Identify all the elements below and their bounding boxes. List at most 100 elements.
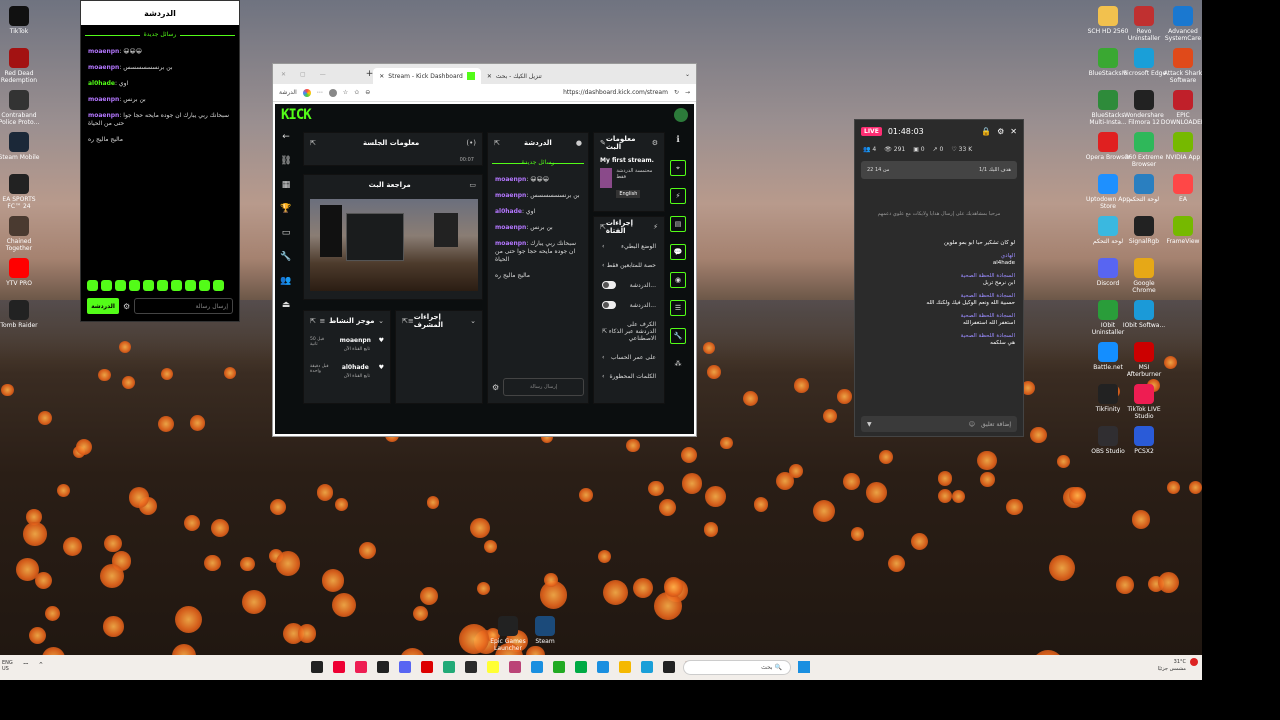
chat-username[interactable]: moaenpn bbox=[495, 240, 526, 247]
icon-msi[interactable]: MSI Afterburner bbox=[1121, 342, 1167, 378]
taskbar-search[interactable]: بحث 🔍 bbox=[683, 660, 791, 675]
icon-nvidia[interactable]: NVIDIA App bbox=[1160, 132, 1202, 161]
icon-frameview[interactable]: FrameView bbox=[1160, 216, 1202, 245]
commenter-name[interactable]: السجادة اللحظة الصحية bbox=[863, 313, 1015, 320]
users-icon[interactable]: 👥 bbox=[279, 276, 293, 290]
chevron-left-icon[interactable]: ‹ bbox=[602, 243, 604, 250]
icon-epic-dl[interactable]: EPIC DOWNLOADER bbox=[1160, 90, 1202, 126]
chart-icon[interactable]: ▦ bbox=[279, 180, 293, 194]
wrench-icon[interactable]: 🔧 bbox=[670, 328, 686, 344]
notification-badge[interactable] bbox=[1190, 658, 1198, 666]
emote-icon[interactable] bbox=[199, 280, 210, 291]
favorites-icon[interactable]: ☆ bbox=[343, 89, 348, 96]
chevron-left-icon[interactable]: ‹ bbox=[602, 354, 604, 361]
commenter-name[interactable]: السجادة اللحظة الصحية bbox=[863, 273, 1015, 280]
wrench-icon[interactable]: 🔧 bbox=[279, 252, 293, 266]
avatar[interactable] bbox=[674, 108, 688, 122]
more-icon[interactable]: ⋯ bbox=[317, 89, 323, 96]
lightning-icon[interactable]: ⚡ bbox=[670, 188, 686, 204]
profile-label[interactable]: الدرشة bbox=[279, 89, 297, 96]
taskbar-app-icon[interactable] bbox=[443, 661, 455, 673]
chat-username[interactable]: al0hade bbox=[495, 208, 522, 215]
wifi-icon[interactable]: ⌔ bbox=[22, 661, 30, 671]
icon-pcsx2[interactable]: PCSX2 bbox=[1121, 426, 1167, 455]
chat-username[interactable]: al0hade bbox=[88, 80, 115, 87]
trophy-icon[interactable]: 🏆 bbox=[279, 204, 293, 218]
icon-tiktok[interactable]: TikTok bbox=[0, 6, 42, 35]
icon-chained[interactable]: Chained Together bbox=[0, 216, 42, 252]
quick-action-row[interactable]: ‹ الوضع البطيء bbox=[594, 237, 664, 256]
tab-kick-dashboard[interactable]: ✕ Stream - Kick Dashboard bbox=[373, 68, 481, 84]
icon-advanced[interactable]: Advanced SystemCare bbox=[1160, 6, 1202, 42]
emote-icon[interactable] bbox=[213, 280, 224, 291]
lock-icon[interactable]: 🔒 bbox=[981, 127, 991, 136]
emote-icon[interactable] bbox=[185, 280, 196, 291]
external-icon[interactable]: ⇱ bbox=[310, 139, 316, 147]
taskbar-app-icon[interactable] bbox=[421, 661, 433, 673]
chat-icon[interactable]: 💬 bbox=[670, 244, 686, 260]
chevron-up-icon[interactable]: ⌃ bbox=[38, 661, 44, 669]
taskbar-app-icon[interactable] bbox=[531, 661, 543, 673]
chat-input[interactable]: إرسال رسالة bbox=[503, 378, 584, 396]
chevron-down-icon[interactable]: ⌄ bbox=[470, 317, 476, 325]
copilot-icon[interactable] bbox=[302, 88, 311, 97]
weather-widget[interactable]: 31°C مشمس جزئيًا bbox=[1158, 659, 1186, 673]
gear-icon[interactable]: ⚙ bbox=[492, 383, 499, 392]
filter-icon[interactable]: ≡ bbox=[320, 317, 326, 325]
camera-icon[interactable]: ⌖ bbox=[670, 160, 686, 176]
maximize-icon[interactable]: ▢ bbox=[300, 71, 306, 78]
external-icon[interactable]: ⇱ bbox=[494, 139, 500, 147]
taskbar-app-icon[interactable] bbox=[355, 661, 367, 673]
apps-icon[interactable]: ⁂ bbox=[670, 356, 686, 372]
taskbar-app-icon[interactable] bbox=[597, 661, 609, 673]
new-tab-icon[interactable]: + bbox=[366, 69, 374, 79]
icon-rdr[interactable]: Red Dead Redemption bbox=[0, 48, 42, 84]
commenter-name[interactable]: السجادة اللحظة الصحية bbox=[863, 293, 1015, 300]
taskbar-app-icon[interactable] bbox=[487, 661, 499, 673]
kick-logo[interactable]: KICK bbox=[281, 107, 312, 123]
chevron-down-icon[interactable]: ⌄ bbox=[685, 71, 690, 78]
icon-contraband[interactable]: Contraband Police Proto... bbox=[0, 90, 42, 126]
chat-username[interactable]: moaenpn bbox=[495, 192, 526, 199]
chat-username[interactable]: moaenpn bbox=[88, 64, 119, 71]
toggle-switch[interactable] bbox=[602, 301, 616, 309]
emote-icon[interactable] bbox=[143, 280, 154, 291]
emote-icon[interactable] bbox=[171, 280, 182, 291]
chat-username[interactable]: moaenpn bbox=[88, 96, 119, 103]
taskbar-app-icon[interactable] bbox=[465, 661, 477, 673]
broadcast-icon[interactable]: ◉ bbox=[670, 272, 686, 288]
icon-shark[interactable]: Attack Shark Software bbox=[1160, 48, 1202, 84]
chevron-down-icon[interactable]: ⌄ bbox=[378, 317, 384, 325]
quick-action-row[interactable]: ‹ على عمر الحساب bbox=[594, 348, 664, 367]
chat-username[interactable]: moaenpn bbox=[88, 48, 119, 55]
quick-action-row[interactable]: ⇱ الكرف على الدردشة عبر الذكاء الاصطناعي bbox=[594, 315, 664, 348]
minimize-icon[interactable]: — bbox=[320, 71, 326, 78]
taskbar-app-icon[interactable] bbox=[663, 661, 675, 673]
emote-icon[interactable] bbox=[87, 280, 98, 291]
icon-yt[interactable]: YTV PRO bbox=[0, 258, 42, 287]
commenter-name[interactable]: الهادي bbox=[863, 253, 1015, 260]
back-icon[interactable]: → bbox=[685, 89, 690, 96]
url-field[interactable]: https://dashboard.kick.com/stream bbox=[376, 89, 668, 96]
close-icon[interactable]: ✕ bbox=[487, 73, 492, 80]
star-icon[interactable]: ✩ bbox=[354, 89, 359, 96]
taskbar-app-icon[interactable] bbox=[333, 661, 345, 673]
zoom-icon[interactable]: ⊖ bbox=[365, 89, 370, 96]
commenter-name[interactable]: السجادة اللحظة الصحية bbox=[863, 333, 1015, 340]
taskbar-app-icon[interactable] bbox=[553, 661, 565, 673]
quick-action-row[interactable]: الدردشة... bbox=[594, 295, 664, 315]
quick-action-row[interactable]: ‹ حصة للمتابعين فقط bbox=[594, 256, 664, 275]
activity-user[interactable]: moaenpn bbox=[340, 337, 371, 347]
close-icon[interactable]: ✕ bbox=[1010, 127, 1017, 136]
emote-icon[interactable] bbox=[129, 280, 140, 291]
taskbar-app-icon[interactable] bbox=[619, 661, 631, 673]
comment-input[interactable]: ▼ ☺ إضافة تعليق bbox=[861, 416, 1017, 432]
chat-input[interactable]: إرسال رسالة bbox=[134, 298, 233, 314]
chat-username[interactable]: moaenpn bbox=[495, 224, 526, 231]
gear-icon[interactable]: ⚙ bbox=[123, 302, 130, 311]
icon-chrome[interactable]: Google Chrome bbox=[1121, 258, 1167, 294]
media-icon[interactable]: ▭ bbox=[279, 228, 293, 242]
list-icon[interactable]: ☰ bbox=[670, 300, 686, 316]
icon-tiktok-live[interactable]: TikTok LIVE Studio bbox=[1121, 384, 1167, 420]
avatar[interactable] bbox=[328, 88, 337, 97]
